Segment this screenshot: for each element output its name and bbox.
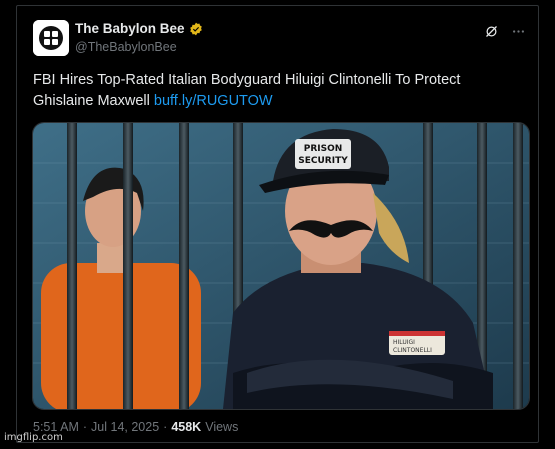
account-handle[interactable]: @TheBabylonBee — [75, 40, 177, 54]
cap-text-line2: SECURITY — [298, 156, 348, 166]
tweet-card: The Babylon Bee @TheBabylonBee FBI Hires… — [16, 5, 539, 443]
tweet-meta: 5:51 AM · Jul 14, 2025 · 458K Views — [33, 420, 238, 434]
tweet-link[interactable]: buff.ly/RUGUTOW — [154, 93, 273, 109]
imgflip-watermark: imgflip.com — [4, 432, 63, 443]
cap-text-line1: PRISON — [304, 144, 343, 154]
views-label: Views — [205, 420, 239, 434]
grok-icon[interactable] — [484, 24, 499, 39]
badge-line2: CLINTONELLI — [393, 347, 432, 354]
meta-separator: · — [163, 420, 168, 434]
tweet-date[interactable]: Jul 14, 2025 — [91, 420, 159, 434]
views-count: 458K — [171, 420, 202, 434]
meta-separator: · — [82, 420, 88, 434]
tweet-image[interactable]: PRISON SECURITY HILUIGI CLINTONELLI — [32, 122, 530, 410]
verified-badge-icon — [189, 22, 202, 35]
more-options-icon[interactable] — [511, 24, 526, 39]
account-name[interactable]: The Babylon Bee — [75, 21, 185, 36]
avatar[interactable] — [33, 20, 69, 56]
prison-scene-image: PRISON SECURITY HILUIGI CLINTONELLI — [33, 123, 529, 409]
badge-line1: HILUIGI — [393, 339, 415, 346]
babylon-bee-logo-icon — [33, 20, 69, 56]
tweet-text: FBI Hires Top-Rated Italian Bodyguard Hi… — [33, 70, 513, 112]
